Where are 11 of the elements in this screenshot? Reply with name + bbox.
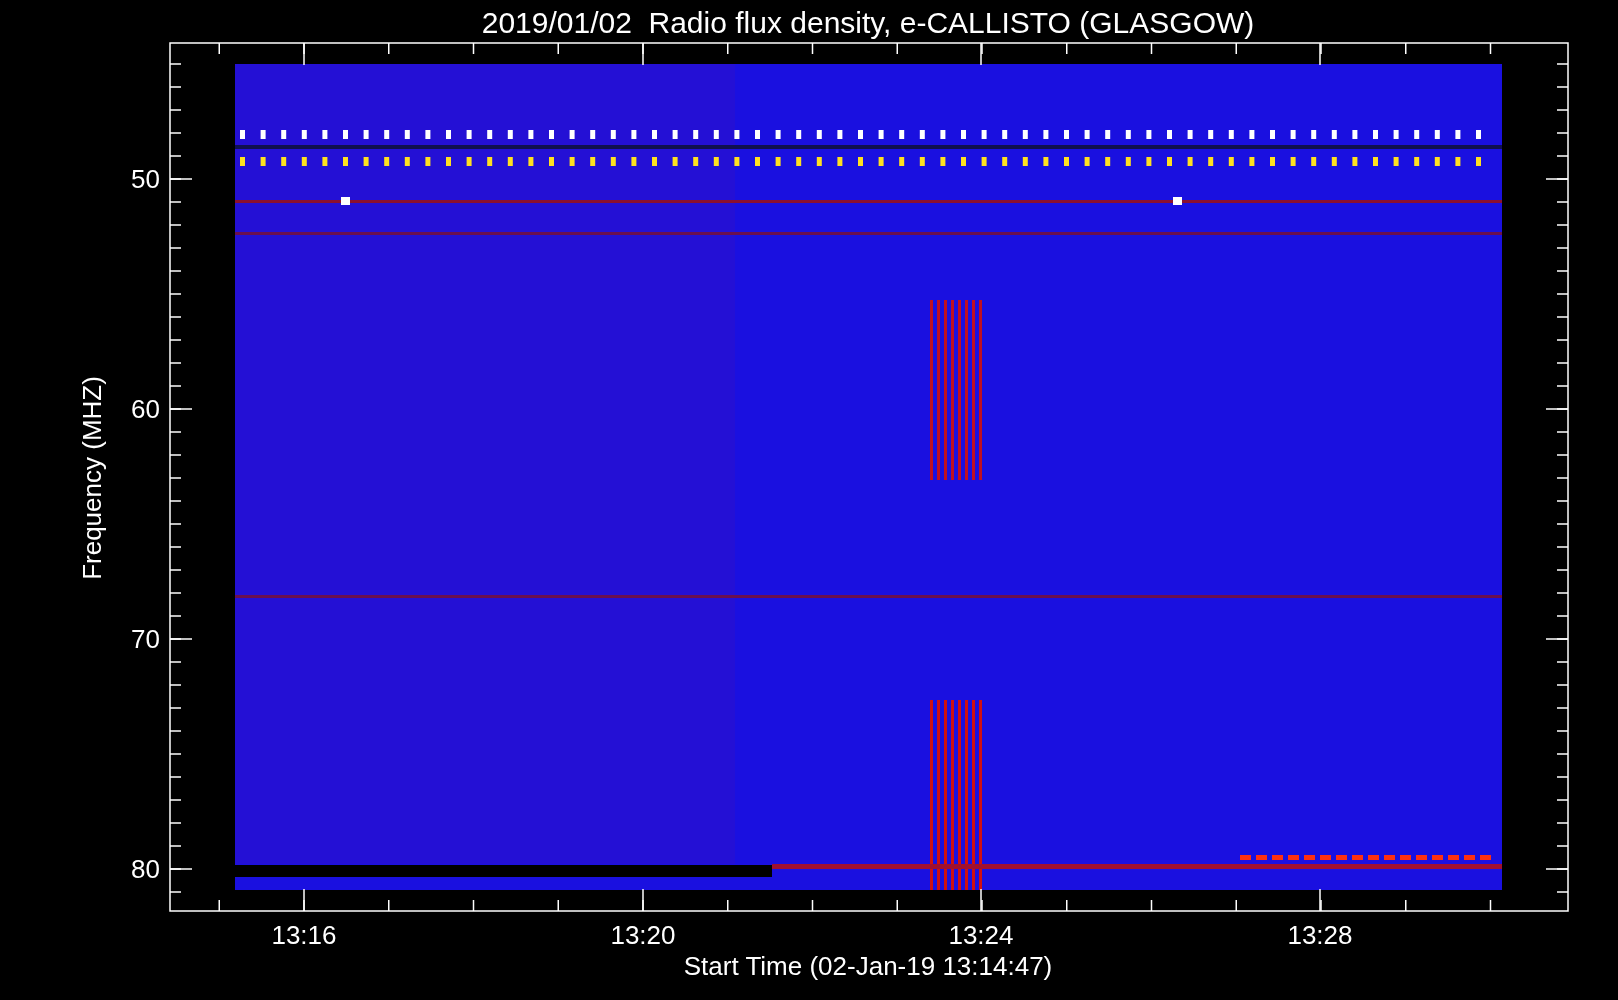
x-tick-label: 13:28 <box>1287 920 1353 950</box>
y-tick-label: 50 <box>131 164 160 194</box>
x-tick-label: 13:20 <box>610 920 676 950</box>
y-tick-label: 70 <box>131 624 160 654</box>
chart-title: 2019/01/02 Radio flux density, e-CALLISTO (GLASGOW) <box>481 6 1255 39</box>
x-tick-label: 13:24 <box>948 920 1014 950</box>
x-tick-label: 13:16 <box>271 920 337 950</box>
y-axis-label: Frequency (MHZ) <box>77 376 107 580</box>
y-tick-label: 60 <box>131 394 160 424</box>
x-axis-label: Start Time (02-Jan-19 13:14:47) <box>683 951 1053 981</box>
y-tick-label: 80 <box>131 854 160 884</box>
